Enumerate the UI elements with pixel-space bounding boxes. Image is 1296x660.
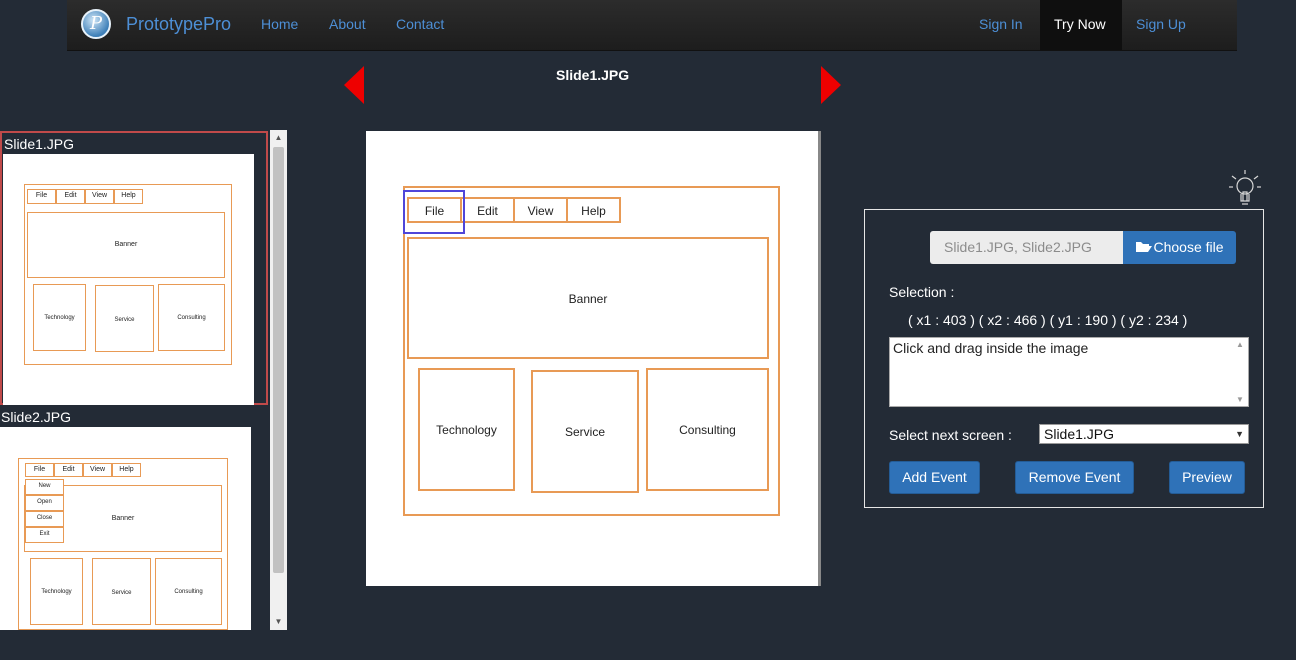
choose-file-button[interactable]: Choose file	[1123, 231, 1236, 264]
nav-about[interactable]: About	[329, 16, 366, 32]
scroll-up-arrow-icon[interactable]: ▲	[270, 130, 287, 146]
selection-coordinates: ( x1 : 403 ) ( x2 : 466 ) ( y1 : 190 ) (…	[908, 312, 1188, 328]
wireframe-box-service: Service	[531, 370, 639, 493]
file-input-value[interactable]: Slide1.JPG, Slide2.JPG	[930, 231, 1124, 264]
nav-try-now-label: Try Now	[1054, 16, 1106, 32]
slide-canvas[interactable]: File Edit View Help Banner Technology Se…	[366, 131, 821, 586]
thumbnail-image-slide2[interactable]: File Edit View Help Banner New Open Clos…	[0, 427, 251, 630]
scrollbar-thumb[interactable]	[273, 147, 284, 573]
wireframe-menu-item: View	[83, 463, 112, 477]
choose-file-label: Choose file	[1153, 239, 1224, 255]
wireframe-menu-view: View	[513, 197, 568, 223]
wireframe-menu-item: File	[25, 463, 54, 477]
next-screen-select[interactable]: Slide1.JPG ▼	[1039, 424, 1249, 444]
selection-label: Selection :	[889, 284, 955, 300]
wireframe-box: Technology	[33, 284, 86, 351]
scroll-down-arrow-icon[interactable]: ▼	[1236, 395, 1244, 404]
top-navbar: P PrototypePro Home About Contact Sign I…	[67, 0, 1237, 51]
nav-home[interactable]: Home	[261, 16, 298, 32]
wireframe-menu-edit: Edit	[460, 197, 515, 223]
preview-button[interactable]: Preview	[1169, 461, 1245, 494]
prev-slide-arrow-icon[interactable]	[344, 66, 364, 104]
wireframe-box-technology: Technology	[418, 368, 515, 491]
textarea-scrollbar[interactable]: ▲ ▼	[1232, 338, 1248, 406]
instructions-text: Click and drag inside the image	[893, 340, 1089, 356]
wireframe-menu-item: Help	[112, 463, 141, 477]
nav-try-now[interactable]: Try Now	[1040, 0, 1122, 50]
wireframe-dropdown-item: Close	[25, 511, 64, 527]
nav-contact[interactable]: Contact	[396, 16, 444, 32]
wireframe-menu-item: Help	[114, 189, 143, 204]
event-panel: Slide1.JPG, Slide2.JPG Choose file Selec…	[864, 209, 1264, 508]
thumbnail-scrollbar[interactable]: ▲ ▼	[270, 130, 287, 630]
scroll-down-arrow-icon[interactable]: ▼	[270, 614, 287, 630]
wireframe-banner: Banner	[407, 237, 769, 359]
thumbnail-image-slide1[interactable]: File Edit View Help Banner Technology Se…	[3, 154, 254, 405]
wireframe-dropdown-item: Exit	[25, 527, 64, 543]
event-instructions-textarea[interactable]: Click and drag inside the image ▲ ▼	[889, 337, 1249, 407]
wireframe-dropdown-item: New	[25, 479, 64, 495]
next-slide-arrow-icon[interactable]	[821, 66, 841, 104]
next-screen-label: Select next screen :	[889, 427, 1012, 443]
add-event-button[interactable]: Add Event	[889, 461, 980, 494]
wireframe-box-consulting: Consulting	[646, 368, 769, 491]
selection-rectangle[interactable]	[403, 190, 465, 234]
next-screen-value: Slide1.JPG	[1044, 426, 1115, 442]
wireframe-menu-item: Edit	[56, 189, 85, 204]
folder-open-icon	[1136, 242, 1153, 252]
brand-logo-icon[interactable]: P	[81, 9, 111, 39]
nav-sign-in[interactable]: Sign In	[979, 16, 1023, 32]
lightbulb-icon[interactable]	[1228, 168, 1262, 208]
nav-sign-up[interactable]: Sign Up	[1136, 16, 1186, 32]
remove-event-button[interactable]: Remove Event	[1015, 461, 1134, 494]
brand-name[interactable]: PrototypePro	[126, 14, 231, 35]
chevron-down-icon: ▼	[1235, 429, 1244, 439]
wireframe-banner: Banner	[27, 212, 225, 278]
wireframe-box: Technology	[30, 558, 83, 625]
wireframe-menu-item: View	[85, 189, 114, 204]
thumbnail-label: Slide2.JPG	[1, 409, 72, 425]
wireframe-menu-help: Help	[566, 197, 621, 223]
scroll-up-arrow-icon[interactable]: ▲	[1236, 340, 1244, 349]
wireframe-box: Consulting	[158, 284, 225, 351]
wireframe-dropdown-item: Open	[25, 495, 64, 511]
wireframe-menu-item: Edit	[54, 463, 83, 477]
wireframe-box: Consulting	[155, 558, 222, 625]
thumbnail-label: Slide1.JPG	[4, 136, 75, 152]
wireframe-box: Service	[92, 558, 151, 625]
wireframe-menu-item: File	[27, 189, 56, 204]
wireframe-box: Service	[95, 285, 154, 352]
current-slide-title: Slide1.JPG	[556, 67, 630, 83]
